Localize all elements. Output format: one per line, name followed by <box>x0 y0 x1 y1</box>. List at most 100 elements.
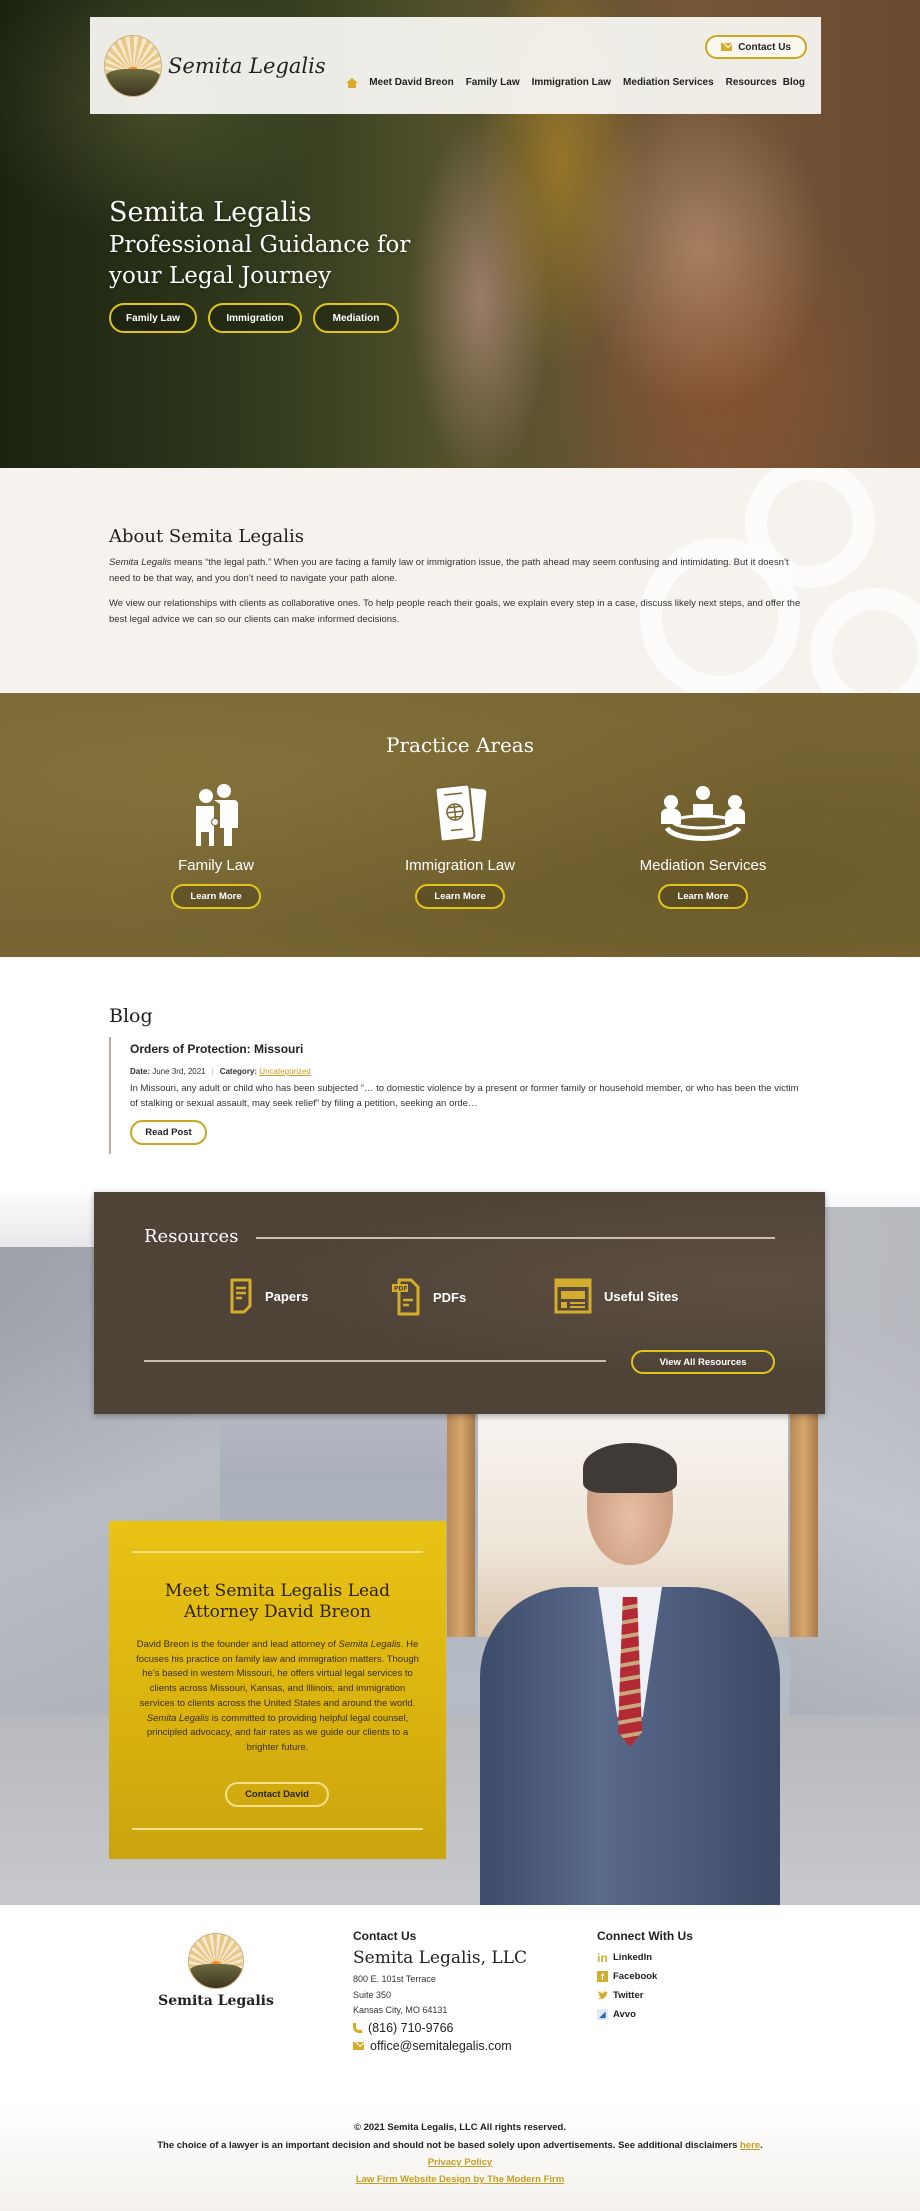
hero-immigration-button[interactable]: Immigration <box>208 303 302 333</box>
practice-heading: Practice Areas <box>386 733 534 757</box>
practice-area-family-law: Family Law Learn More <box>116 783 316 909</box>
learn-more-family-law-button[interactable]: Learn More <box>171 884 261 909</box>
social-linkedin[interactable]: in LinkedIn <box>597 1948 693 1967</box>
blog-post: Orders of Protection: Missouri Date: Jun… <box>109 1037 809 1154</box>
resource-useful-sites[interactable]: Useful Sites <box>554 1278 678 1314</box>
nav-mediation-services[interactable]: Mediation Services <box>623 77 714 88</box>
email-link[interactable]: office@semitalegalis.com <box>353 2037 527 2055</box>
hero-title: Semita Legalis <box>109 197 312 228</box>
resource-pdfs[interactable]: PDF PDFs <box>391 1278 466 1316</box>
facebook-icon: f <box>597 1971 608 1982</box>
post-date: June 3rd, 2021 <box>152 1067 206 1076</box>
social-twitter[interactable]: Twitter <box>597 1986 693 2005</box>
footer-contact: Contact Us Semita Legalis, LLC 800 E. 10… <box>353 1929 527 2055</box>
nav-family-law[interactable]: Family Law <box>466 77 520 88</box>
address-line: Suite 350 <box>353 1989 392 2000</box>
main-nav: Meet David Breon Family Law Immigration … <box>346 77 805 88</box>
pdf-icon: PDF <box>392 1278 420 1316</box>
meet-heading: Meet Semita Legalis Lead Attorney David … <box>164 1581 391 1622</box>
divider <box>132 1828 423 1830</box>
disclaimer: The choice of a lawyer is an important d… <box>157 2140 763 2151</box>
social-avvo[interactable]: ◢ Avvo <box>597 2005 693 2024</box>
privacy-policy-link[interactable]: Privacy Policy <box>428 2157 492 2168</box>
practice-area-immigration-law: Immigration Law Learn More <box>360 783 560 909</box>
sunrise-path-logo-icon <box>104 35 162 97</box>
site-logo[interactable]: Semita Legalis <box>104 35 326 97</box>
divider <box>144 1360 606 1362</box>
footer-contact-heading: Contact Us <box>353 1929 417 1943</box>
practice-areas-section: Practice Areas Family Law Learn More Imm… <box>0 693 920 957</box>
passport-icon <box>360 783 560 847</box>
family-icon <box>116 783 316 847</box>
practice-area-mediation-services: Mediation Services Learn More <box>603 783 803 909</box>
phone-icon <box>353 2022 362 2033</box>
hero-section: Semita Legalis Contact Us Meet David Bre… <box>0 0 920 468</box>
footer-logo[interactable]: Semita Legalis <box>156 1933 276 2009</box>
background-pillar <box>447 1407 475 1637</box>
practice-area-label: Family Law <box>178 857 254 874</box>
firm-name: Semita Legalis, LLC <box>353 1948 527 1968</box>
blog-section: Blog Orders of Protection: Missouri Date… <box>0 957 920 1187</box>
attorney-photo <box>480 1443 780 1905</box>
address-line: Kansas City, MO 64131 <box>353 2005 448 2015</box>
sunrise-path-logo-icon <box>188 1933 244 1989</box>
twitter-icon <box>597 1990 608 2001</box>
divider <box>132 1551 423 1553</box>
envelope-icon <box>721 43 733 51</box>
decorative-swirl <box>810 588 920 693</box>
envelope-icon <box>353 2041 364 2050</box>
logo-text: Semita Legalis <box>168 54 326 78</box>
resources-and-attorney-section: Resources Papers PDF PDFs Useful Sites V… <box>0 1187 920 1905</box>
document-icon <box>230 1278 252 1314</box>
divider <box>256 1237 775 1239</box>
resource-papers[interactable]: Papers <box>229 1278 308 1314</box>
footer-bottom-bar: © 2021 Semita Legalis, LLC All rights re… <box>0 2104 920 2211</box>
meeting-table-icon <box>603 783 803 847</box>
design-credit-link[interactable]: Law Firm Website Design by The Modern Fi… <box>356 2174 564 2185</box>
post-meta: Date: June 3rd, 2021 | Category: Uncategor… <box>130 1067 311 1076</box>
site-header: Semita Legalis Contact Us Meet David Bre… <box>90 17 821 114</box>
nav-resources[interactable]: Resources <box>726 77 777 88</box>
read-post-button[interactable]: Read Post <box>130 1120 207 1145</box>
about-section: About Semita Legalis Semita Legalis mean… <box>0 468 920 693</box>
hero-buttons: Family Law Immigration Mediation <box>109 303 399 333</box>
phone-link[interactable]: (816) 710-9766 <box>353 2019 527 2037</box>
footer-social: Connect With Us in LinkedIn f Facebook Twi… <box>597 1929 693 2024</box>
resources-panel: Resources Papers PDF PDFs Useful Sites V… <box>94 1192 825 1414</box>
background-pillar <box>790 1407 818 1637</box>
about-heading: About Semita Legalis <box>109 526 305 547</box>
nav-meet-david-breon[interactable]: Meet David Breon <box>369 77 453 88</box>
contact-us-button[interactable]: Contact Us <box>705 35 807 59</box>
blog-heading: Blog <box>109 1005 153 1027</box>
post-category-link[interactable]: Uncategorized <box>259 1067 311 1076</box>
post-title[interactable]: Orders of Protection: Missouri <box>130 1042 809 1056</box>
hero-headline: Semita Legalis Professional Guidance for… <box>109 196 410 292</box>
contact-david-button[interactable]: Contact David <box>225 1782 329 1807</box>
home-icon[interactable] <box>346 77 359 88</box>
linkedin-icon: in <box>597 1950 608 1965</box>
practice-area-label: Mediation Services <box>639 857 767 874</box>
avvo-icon: ◢ <box>597 2009 608 2020</box>
hero-subtitle-line2: your Legal Journey <box>109 263 332 289</box>
disclaimer-link[interactable]: here <box>740 2140 760 2151</box>
learn-more-immigration-button[interactable]: Learn More <box>415 884 505 909</box>
nav-immigration-law[interactable]: Immigration Law <box>532 77 611 88</box>
about-paragraph-2: We view our relationships with clients a… <box>109 598 801 625</box>
resources-heading: Resources <box>144 1226 239 1247</box>
hero-family-law-button[interactable]: Family Law <box>109 303 197 333</box>
nav-blog[interactable]: Blog <box>783 77 805 88</box>
hero-subtitle-line1: Professional Guidance for <box>109 232 411 258</box>
svg-text:PDF: PDF <box>394 1286 407 1293</box>
practice-area-label: Immigration Law <box>404 857 516 874</box>
meet-attorney-card: Meet Semita Legalis Lead Attorney David … <box>109 1521 446 1859</box>
website-icon <box>554 1278 592 1314</box>
learn-more-mediation-button[interactable]: Learn More <box>658 884 748 909</box>
view-all-resources-button[interactable]: View All Resources <box>631 1350 775 1374</box>
hero-mediation-button[interactable]: Mediation <box>313 303 399 333</box>
about-paragraph-1: Semita Legalis means “the legal path.” W… <box>109 557 789 584</box>
connect-heading: Connect With Us <box>597 1929 693 1943</box>
post-excerpt: In Missouri, any adult or child who has … <box>130 1083 799 1109</box>
site-footer: Semita Legalis Contact Us Semita Legalis… <box>0 1905 920 2101</box>
social-facebook[interactable]: f Facebook <box>597 1967 693 1986</box>
copyright: © 2021 Semita Legalis, LLC All rights re… <box>353 2122 567 2133</box>
